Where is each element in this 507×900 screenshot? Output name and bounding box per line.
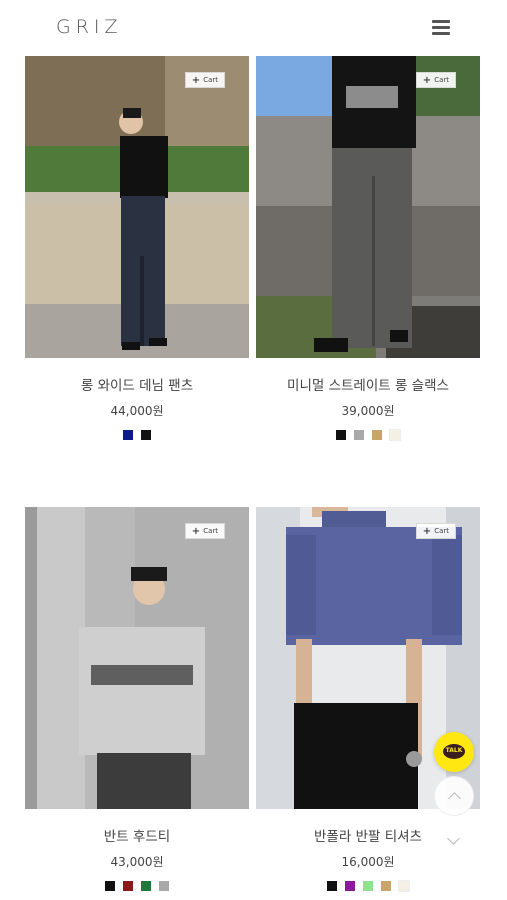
color-swatch[interactable] — [372, 430, 382, 440]
product-photo-denim — [25, 56, 249, 358]
color-swatch[interactable] — [123, 881, 133, 891]
product-price: 43,000원 — [110, 855, 164, 869]
chevron-down-icon — [447, 832, 460, 845]
cart-label: Cart — [203, 76, 218, 84]
color-swatch[interactable] — [159, 881, 169, 891]
product-name[interactable]: 반트 후드티 — [25, 825, 249, 845]
product-card[interactable]: + Cart 미니멀 스트레이트 롱 슬랙스 39,000원 — [256, 56, 480, 456]
cart-label: Cart — [434, 76, 449, 84]
talk-label: TALK — [445, 747, 463, 754]
color-swatch[interactable] — [398, 880, 410, 892]
product-image[interactable] — [25, 56, 249, 358]
add-to-cart-button[interactable]: + Cart — [184, 72, 225, 88]
product-photo-slacks — [256, 56, 480, 358]
product-name[interactable]: 미니멀 스트레이트 롱 슬랙스 — [256, 374, 480, 394]
product-image[interactable] — [256, 56, 480, 358]
product-price: 44,000원 — [110, 404, 164, 418]
color-swatch[interactable] — [354, 430, 364, 440]
color-swatches — [25, 881, 249, 891]
brand-logo[interactable]: GRIZ — [56, 16, 123, 38]
color-swatch[interactable] — [327, 881, 337, 891]
color-swatch[interactable] — [123, 430, 133, 440]
color-swatch[interactable] — [141, 881, 151, 891]
add-to-cart-button[interactable]: + Cart — [415, 523, 456, 539]
color-swatch[interactable] — [345, 881, 355, 891]
site-header: GRIZ — [0, 0, 507, 56]
product-card[interactable]: + Cart 반트 후드티 43,000원 — [25, 507, 249, 900]
color-swatch[interactable] — [336, 430, 346, 440]
color-swatch[interactable] — [141, 430, 151, 440]
cart-label: Cart — [434, 527, 449, 535]
product-name[interactable]: 롱 와이드 데님 팬츠 — [25, 374, 249, 394]
color-swatch[interactable] — [389, 429, 401, 441]
chevron-up-icon — [448, 792, 461, 805]
product-price: 39,000원 — [341, 404, 395, 418]
product-photo-hoodie — [25, 507, 249, 809]
scroll-top-button[interactable] — [434, 776, 474, 816]
add-to-cart-button[interactable]: + Cart — [415, 72, 456, 88]
product-card[interactable]: + Cart 롱 와이드 데님 팬츠 44,000원 — [25, 56, 249, 456]
product-image[interactable] — [25, 507, 249, 809]
kakao-talk-button[interactable]: TALK — [434, 732, 474, 772]
hamburger-menu-icon[interactable] — [432, 20, 450, 36]
color-swatches — [256, 429, 480, 441]
cart-label: Cart — [203, 527, 218, 535]
add-to-cart-button[interactable]: + Cart — [184, 523, 225, 539]
color-swatches — [256, 880, 480, 892]
color-swatches — [25, 430, 249, 440]
color-swatch[interactable] — [363, 881, 373, 891]
color-swatch[interactable] — [105, 881, 115, 891]
scroll-bottom-button[interactable] — [434, 822, 474, 862]
color-swatch[interactable] — [381, 881, 391, 891]
